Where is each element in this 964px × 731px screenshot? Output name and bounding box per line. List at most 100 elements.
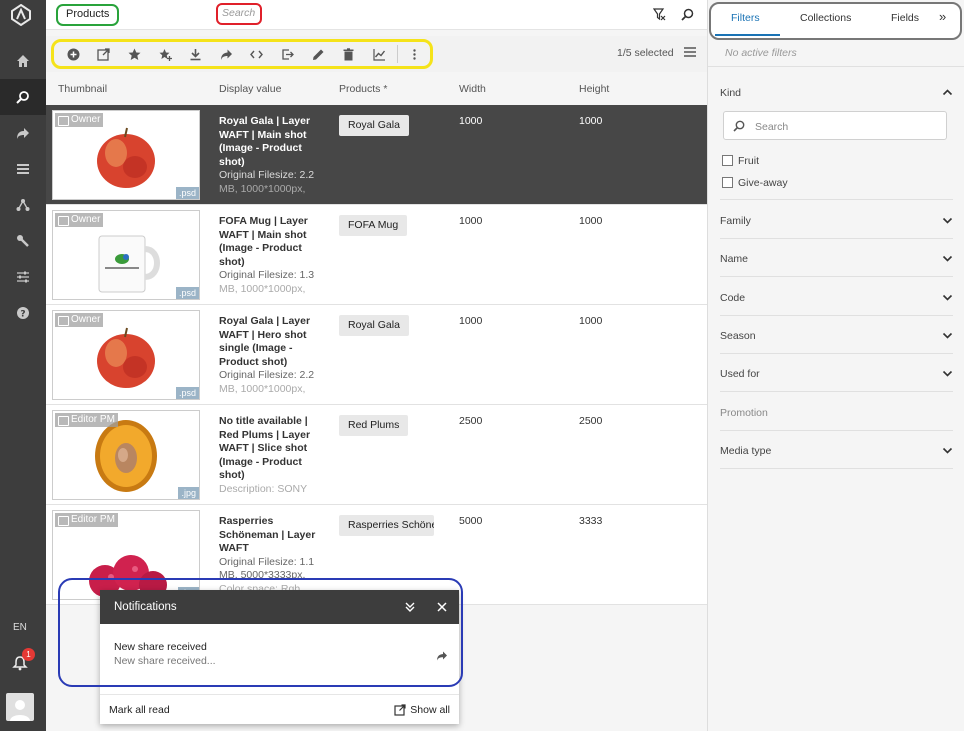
nav-search-icon[interactable] bbox=[0, 79, 46, 115]
thumbnail[interactable]: Editor PM.jpg bbox=[52, 510, 200, 600]
share-icon[interactable] bbox=[436, 650, 448, 662]
product-chip[interactable]: Royal Gala bbox=[339, 315, 409, 336]
filter-section-code[interactable]: Code bbox=[720, 292, 953, 304]
asset-meta: Original Filesize: 2.2 bbox=[219, 369, 315, 381]
checkbox-give-away[interactable]: Give-away bbox=[722, 177, 788, 189]
avatar[interactable] bbox=[6, 693, 34, 721]
column-header-width[interactable]: Width bbox=[459, 83, 486, 95]
active-tab-indicator bbox=[715, 34, 780, 36]
nav-share-icon[interactable] bbox=[0, 115, 46, 151]
edit-icon[interactable] bbox=[303, 42, 334, 66]
nav-home-icon[interactable] bbox=[0, 43, 46, 79]
chart-icon[interactable] bbox=[364, 42, 395, 66]
tab-collections[interactable]: Collections bbox=[800, 12, 851, 24]
language-switch[interactable]: EN bbox=[13, 622, 27, 633]
file-extension-badge: .jpg bbox=[178, 487, 199, 499]
notification-item[interactable]: New share received New share received... bbox=[114, 641, 216, 667]
add-icon[interactable] bbox=[58, 42, 89, 66]
role-badge: Editor PM bbox=[55, 513, 118, 527]
role-badge: Owner bbox=[55, 313, 104, 327]
panel-tabs: Filters Collections Fields » bbox=[709, 2, 962, 40]
close-icon[interactable] bbox=[436, 601, 448, 613]
collapse-icon[interactable] bbox=[404, 601, 416, 613]
asset-title: No title available | Red Plums | Layer W… bbox=[219, 415, 311, 481]
nav-list-icon[interactable] bbox=[0, 151, 46, 187]
filter-section-kind[interactable]: Kind bbox=[720, 87, 953, 99]
product-chip[interactable]: Royal Gala bbox=[339, 115, 409, 136]
filter-search-input[interactable]: Search bbox=[723, 111, 947, 140]
chevron-down-icon[interactable] bbox=[942, 292, 953, 303]
table-row[interactable]: Owner .psd FOFA Mug | Layer WAFT | Main sh… bbox=[46, 205, 707, 305]
nav-help-icon[interactable]: ? bbox=[0, 295, 46, 331]
table-row[interactable]: Owner .psd Royal Gala | Layer WAFT | Hero … bbox=[46, 305, 707, 405]
thumbnail[interactable]: Owner .psd bbox=[52, 310, 200, 400]
share-icon[interactable] bbox=[211, 42, 242, 66]
display-value-cell[interactable]: Rasperries Schöneman | Layer WAFT Origina… bbox=[219, 515, 324, 597]
star-plus-icon[interactable] bbox=[150, 42, 181, 66]
mark-all-read-button[interactable]: Mark all read bbox=[109, 704, 170, 716]
show-all-label: Show all bbox=[410, 704, 450, 716]
open-external-icon bbox=[394, 704, 406, 716]
search-input[interactable]: Search bbox=[216, 3, 262, 25]
display-value-cell[interactable]: No title available | Red Plums | Layer W… bbox=[219, 415, 324, 497]
display-value-cell[interactable]: Royal Gala | Layer WAFT | Hero shot sing… bbox=[219, 315, 324, 397]
code-icon[interactable] bbox=[242, 42, 273, 66]
asset-meta-faded: MB, 1000*1000px, bbox=[219, 182, 306, 195]
delete-icon[interactable] bbox=[333, 42, 364, 66]
chevron-down-icon[interactable] bbox=[942, 445, 953, 456]
thumbnail[interactable]: Editor PM .jpg bbox=[52, 410, 200, 500]
display-value-cell[interactable]: FOFA Mug | Layer WAFT | Main shot (Image… bbox=[219, 215, 324, 297]
column-header-display-value[interactable]: Display value bbox=[219, 83, 281, 95]
nav-sliders-icon[interactable] bbox=[0, 259, 46, 295]
star-icon[interactable] bbox=[119, 42, 150, 66]
asset-title: Rasperries Schöneman | Layer WAFT bbox=[219, 515, 316, 554]
filter-section-promotion[interactable]: Promotion bbox=[720, 407, 953, 419]
product-chip[interactable]: Red Plums bbox=[339, 415, 409, 436]
filter-section-season[interactable]: Season bbox=[720, 330, 953, 342]
filter-section-used-for[interactable]: Used for bbox=[720, 368, 953, 380]
tab-fields[interactable]: Fields bbox=[891, 12, 919, 24]
filter-section-name[interactable]: Name bbox=[720, 253, 953, 265]
table-header: Thumbnail Display value Products * Width… bbox=[46, 78, 707, 100]
filter-search-placeholder: Search bbox=[755, 121, 789, 133]
column-header-products[interactable]: Products * bbox=[339, 83, 387, 95]
nav-hierarchy-icon[interactable] bbox=[0, 187, 46, 223]
column-header-height[interactable]: Height bbox=[579, 83, 609, 95]
selection-count: 1/5 selected bbox=[617, 47, 674, 59]
more-icon[interactable] bbox=[399, 42, 430, 66]
product-chip[interactable]: FOFA Mug bbox=[339, 215, 408, 236]
role-badge: Editor PM bbox=[55, 413, 118, 427]
nav-wrench-icon[interactable] bbox=[0, 223, 46, 259]
asset-meta-faded: Description: SONY bbox=[219, 482, 308, 495]
tab-filters[interactable]: Filters bbox=[731, 12, 760, 24]
clear-filter-icon[interactable] bbox=[653, 8, 666, 21]
hamburger-menu-icon[interactable] bbox=[683, 46, 697, 58]
download-icon[interactable] bbox=[180, 42, 211, 66]
open-external-icon[interactable] bbox=[89, 42, 120, 66]
filter-section-media-type[interactable]: Media type bbox=[720, 445, 953, 457]
chevron-down-icon[interactable] bbox=[942, 215, 953, 226]
filter-section-family[interactable]: Family bbox=[720, 215, 953, 227]
chevron-down-icon[interactable] bbox=[942, 330, 953, 341]
export-icon[interactable] bbox=[272, 42, 303, 66]
show-all-button[interactable]: Show all bbox=[394, 704, 450, 716]
chevron-down-icon[interactable] bbox=[942, 368, 953, 379]
checkbox-fruit[interactable]: Fruit bbox=[722, 155, 759, 167]
thumbnail[interactable]: Owner .psd bbox=[52, 210, 200, 300]
search-icon[interactable] bbox=[681, 8, 694, 21]
column-header-thumbnail[interactable]: Thumbnail bbox=[58, 83, 107, 95]
divider bbox=[720, 467, 953, 469]
chevron-up-icon[interactable] bbox=[942, 87, 953, 98]
table-row[interactable]: Owner .psd Royal Gala | Layer WAFT | Main … bbox=[46, 105, 707, 205]
chevron-down-icon[interactable] bbox=[942, 253, 953, 264]
table-row[interactable]: Editor PM .jpg No title available | Red Pl… bbox=[46, 405, 707, 505]
display-value-cell[interactable]: Royal Gala | Layer WAFT | Main shot (Ima… bbox=[219, 115, 324, 197]
thumbnail[interactable]: Owner .psd bbox=[52, 110, 200, 200]
asset-title: FOFA Mug | Layer WAFT | Main shot (Image… bbox=[219, 215, 308, 268]
tabs-more-button[interactable]: » bbox=[939, 9, 946, 24]
filter-section-label: Promotion bbox=[720, 406, 768, 419]
breadcrumb[interactable]: Products bbox=[56, 4, 120, 26]
divider bbox=[720, 352, 953, 354]
product-chip[interactable]: Rasperries Schöneman bbox=[339, 515, 434, 536]
app-logo-icon[interactable] bbox=[11, 4, 31, 26]
